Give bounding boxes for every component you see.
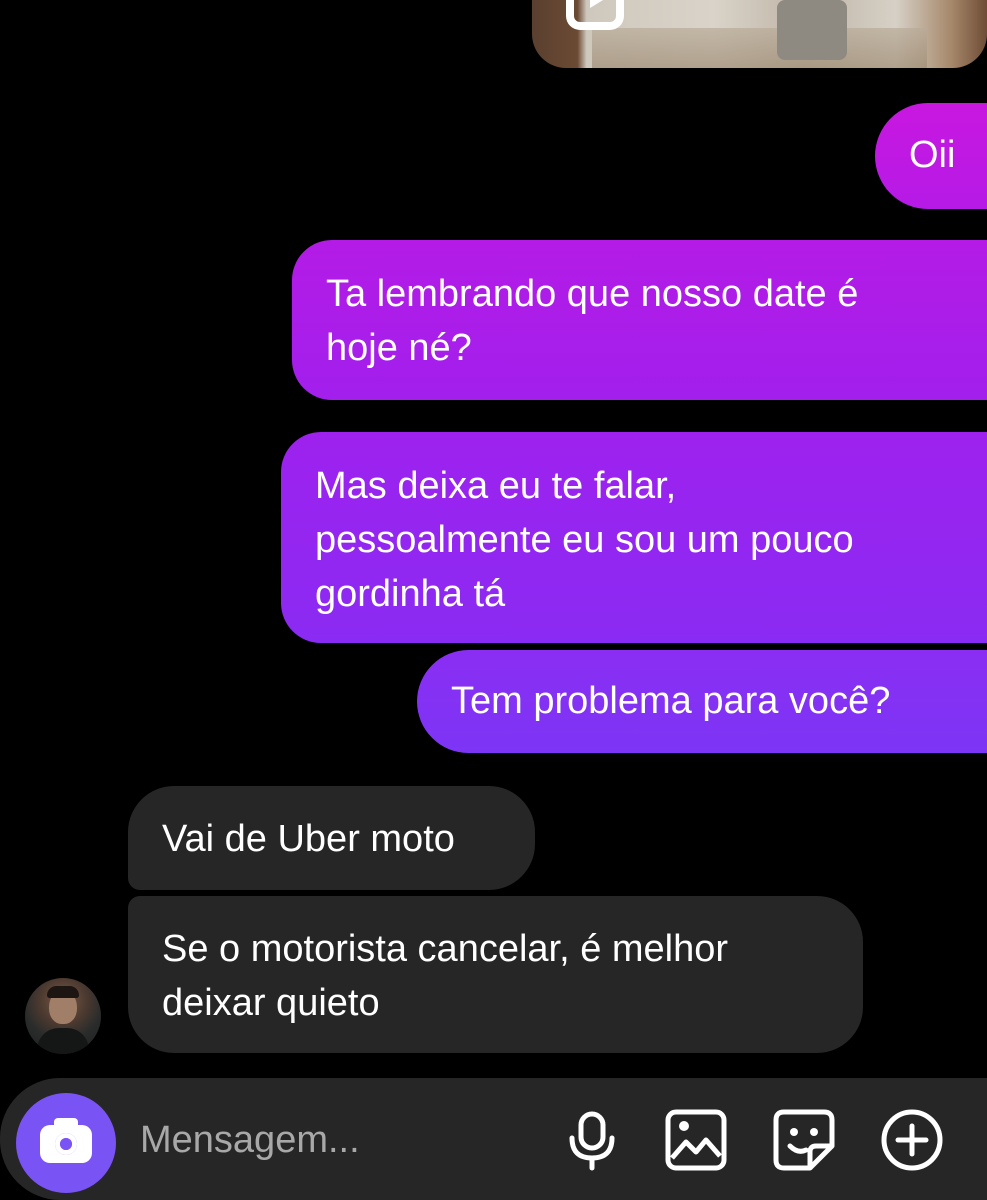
message-input[interactable] — [140, 1112, 520, 1168]
message-text: Se o motorista cancelar, é melhor — [162, 928, 729, 970]
media-floor — [592, 28, 927, 68]
microphone-icon[interactable] — [560, 1108, 624, 1172]
message-composer — [0, 1078, 987, 1200]
camera-button[interactable] — [16, 1093, 116, 1193]
message-text: Vai de Uber moto — [162, 818, 455, 860]
message-text: pessoalmente eu sou um pouco — [315, 519, 854, 561]
message-text: gordinha tá — [315, 573, 506, 615]
avatar-hair — [47, 986, 79, 998]
outgoing-message[interactable]: Oii — [875, 103, 987, 209]
media-subject — [777, 0, 847, 60]
incoming-message[interactable]: Se o motorista cancelar, é melhor deixar… — [128, 896, 863, 1053]
gallery-icon[interactable] — [664, 1108, 728, 1172]
plus-circle-icon[interactable] — [880, 1108, 944, 1172]
outgoing-message[interactable]: Ta lembrando que nosso date é hoje né? — [292, 240, 987, 400]
outgoing-message[interactable]: Tem problema para você? — [417, 650, 987, 753]
message-text: Ta lembrando que nosso date é — [326, 273, 859, 315]
avatar-body — [37, 1028, 89, 1054]
message-text: Tem problema para você? — [451, 680, 891, 722]
message-text: Mas deixa eu te falar, — [315, 465, 677, 507]
sticker-icon[interactable] — [772, 1108, 836, 1172]
incoming-message[interactable]: Vai de Uber moto — [128, 786, 535, 890]
message-text: hoje né? — [326, 327, 472, 369]
outgoing-message[interactable]: Mas deixa eu te falar, pessoalmente eu s… — [281, 432, 987, 643]
message-text: deixar quieto — [162, 982, 380, 1024]
sender-avatar[interactable] — [25, 978, 101, 1054]
shared-media-preview[interactable] — [532, 0, 987, 68]
message-text: Oii — [909, 134, 956, 176]
reels-icon — [566, 0, 624, 30]
camera-icon-lens-center — [60, 1138, 72, 1150]
